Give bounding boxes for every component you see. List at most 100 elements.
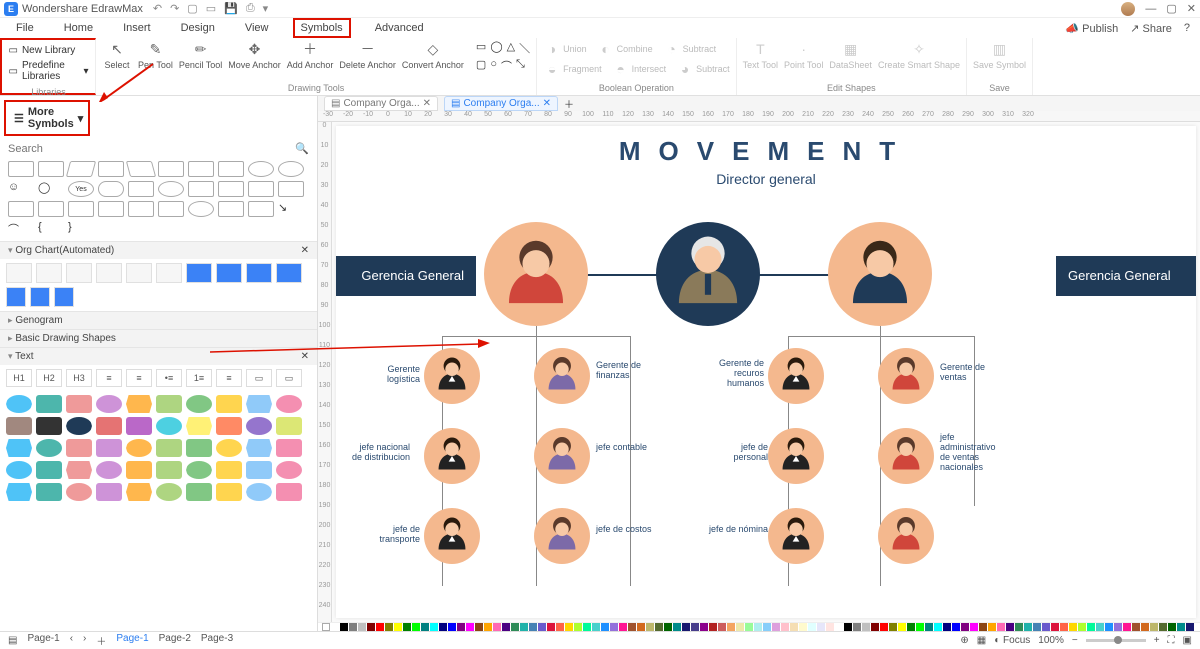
shape-thumb[interactable]: ▭ (276, 369, 302, 387)
color-swatch[interactable] (916, 623, 924, 631)
shape-thumb[interactable] (126, 439, 152, 457)
color-swatch[interactable] (1105, 623, 1113, 631)
org-node[interactable] (768, 428, 824, 484)
shape-thumb[interactable] (276, 461, 302, 479)
shape-thumb[interactable] (186, 263, 212, 283)
shape-thumb[interactable] (246, 461, 272, 479)
color-swatch[interactable] (565, 623, 573, 631)
shape-thumb[interactable]: ≡ (96, 369, 122, 387)
shape-thumb[interactable]: Yes (68, 181, 94, 197)
shape-thumb[interactable] (96, 263, 122, 283)
color-swatch[interactable] (997, 623, 1005, 631)
shape-thumb[interactable] (126, 263, 152, 283)
org-node[interactable] (534, 428, 590, 484)
union-button[interactable]: ◑Union (543, 40, 587, 58)
color-swatch[interactable] (835, 623, 843, 631)
delete-anchor-tool[interactable]: －Delete Anchor (339, 40, 396, 70)
color-swatch[interactable] (961, 623, 969, 631)
color-swatch[interactable] (592, 623, 600, 631)
color-swatch[interactable] (583, 623, 591, 631)
color-swatch[interactable] (637, 623, 645, 631)
shape-thumb[interactable] (36, 461, 62, 479)
color-swatch[interactable] (1006, 623, 1014, 631)
shape-thumb[interactable]: } (68, 221, 94, 237)
shape-thumb[interactable] (186, 439, 212, 457)
shape-thumb[interactable] (36, 439, 62, 457)
shape-thumb[interactable] (156, 483, 182, 501)
shape-thumb[interactable]: 1≡ (186, 369, 212, 387)
color-swatch[interactable] (826, 623, 834, 631)
shape-thumb[interactable] (156, 461, 182, 479)
shape-thumb[interactable] (218, 161, 244, 177)
polyline-shape-icon[interactable]: ⤡ (516, 58, 525, 74)
color-swatch[interactable] (907, 623, 915, 631)
shape-thumb[interactable]: ≡ (216, 369, 242, 387)
shape-thumb[interactable] (218, 201, 244, 217)
shape-thumb[interactable]: ≡ (126, 369, 152, 387)
shape-thumb[interactable] (278, 181, 304, 197)
shape-thumb[interactable] (126, 161, 156, 177)
shape-thumb[interactable] (98, 181, 124, 197)
color-swatch[interactable] (727, 623, 735, 631)
color-swatch[interactable] (1150, 623, 1158, 631)
color-swatch[interactable] (790, 623, 798, 631)
color-swatch[interactable] (601, 623, 609, 631)
shape-thumb[interactable] (8, 161, 34, 177)
shape-thumb[interactable] (128, 201, 154, 217)
shape-thumb[interactable] (156, 395, 182, 413)
shape-thumb[interactable]: •≡ (156, 369, 182, 387)
close-icon[interactable]: ✕ (423, 98, 431, 109)
color-swatch[interactable] (1051, 623, 1059, 631)
add-anchor-tool[interactable]: ＋Add Anchor (287, 40, 334, 70)
subtract-button[interactable]: ◔Subtract (663, 40, 717, 58)
shape-thumb[interactable] (248, 161, 274, 177)
color-swatch[interactable] (700, 623, 708, 631)
color-swatch[interactable] (889, 623, 897, 631)
shape-thumb[interactable] (246, 417, 272, 435)
shape-thumb[interactable]: ⌒ (8, 221, 34, 237)
shape-thumb[interactable] (6, 263, 32, 283)
color-swatch[interactable] (511, 623, 519, 631)
subtract2-button[interactable]: ◕Subtract (676, 60, 730, 78)
color-swatch[interactable] (970, 623, 978, 631)
category-genogram[interactable]: ▸ Genogram (0, 311, 317, 329)
shape-thumb[interactable] (96, 395, 122, 413)
search-input[interactable] (8, 143, 295, 155)
shape-thumb[interactable] (96, 461, 122, 479)
shape-thumb[interactable] (38, 161, 64, 177)
shape-thumb[interactable] (188, 161, 214, 177)
pages-icon[interactable]: ▤ (8, 635, 17, 646)
roundrect-shape-icon[interactable]: ▢ (476, 58, 486, 74)
shape-thumb[interactable]: ▭ (246, 369, 272, 387)
shape-thumb[interactable] (216, 263, 242, 283)
shape-thumb[interactable] (6, 483, 32, 501)
org-node[interactable] (768, 508, 824, 564)
color-swatch[interactable] (538, 623, 546, 631)
rect-shape-icon[interactable]: ▭ (476, 40, 486, 56)
color-swatch[interactable] (457, 623, 465, 631)
category-org-chart[interactable]: ▾ Org Chart(Automated)✕ (0, 241, 317, 259)
menu-advanced[interactable]: Advanced (369, 20, 430, 36)
save-symbol-button[interactable]: ▥Save Symbol (973, 40, 1026, 70)
color-swatch[interactable] (412, 623, 420, 631)
shape-thumb[interactable] (276, 417, 302, 435)
search-icon[interactable]: 🔍 (295, 142, 309, 155)
color-swatch[interactable] (1078, 623, 1086, 631)
shape-thumb[interactable] (96, 417, 122, 435)
shape-thumb[interactable] (6, 461, 32, 479)
color-swatch[interactable] (655, 623, 663, 631)
shape-thumb[interactable] (6, 417, 32, 435)
shape-thumb[interactable] (6, 439, 32, 457)
intersect-button[interactable]: ◓Intersect (612, 60, 667, 78)
shape-thumb[interactable] (188, 181, 214, 197)
color-swatch[interactable] (1087, 623, 1095, 631)
color-swatch[interactable] (1024, 623, 1032, 631)
close-icon[interactable]: ✕ (1187, 2, 1196, 15)
fragment-button[interactable]: ◒Fragment (543, 60, 602, 78)
shape-thumb[interactable] (276, 395, 302, 413)
color-swatch[interactable] (619, 623, 627, 631)
share-button[interactable]: ↗ Share (1130, 22, 1172, 35)
color-swatch[interactable] (1096, 623, 1104, 631)
shape-thumb[interactable] (66, 461, 92, 479)
color-swatch[interactable] (1168, 623, 1176, 631)
